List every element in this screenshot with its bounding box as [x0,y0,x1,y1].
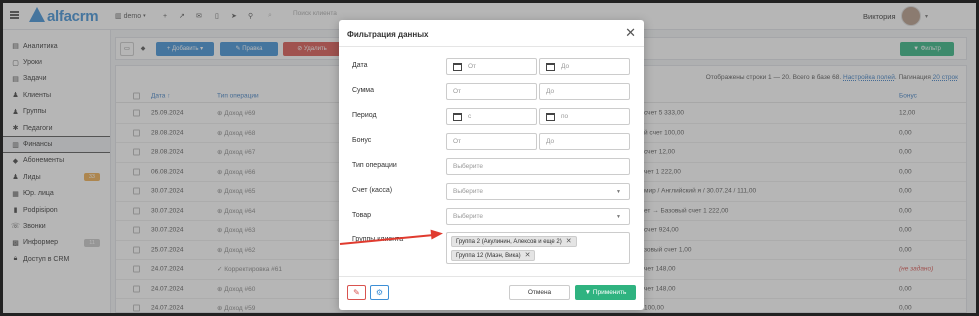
remove-tag-icon[interactable]: ✕ [566,237,572,247]
eraser-icon: ✎ [353,288,360,297]
sum-from-input[interactable]: От [446,83,537,100]
filter-modal: Фильтрация данных ✕ Дата От До Сумма От … [339,20,644,310]
account-placeholder: Выберите [453,188,484,195]
bonus-from-input[interactable]: От [446,133,537,150]
bonus-to-input[interactable]: До [539,133,630,150]
op-type-placeholder: Выберите [453,163,484,170]
close-icon[interactable]: ✕ [625,25,636,41]
date-label: Дата [352,62,368,69]
group-tag: Группа 2 (Акулинин, Алексов и еще 2) ✕ [451,236,577,247]
account-select[interactable]: Выберите ▼ [446,183,630,200]
divider [339,276,644,277]
bonus-from-placeholder: От [453,138,462,145]
calendar-icon [546,62,555,71]
period-from-input[interactable]: с [446,108,537,125]
cancel-button[interactable]: Отмена [509,285,570,300]
calendar-icon [453,112,462,121]
account-label: Счет (касса) [352,187,393,194]
annotation-arrow-head [430,228,444,240]
product-label: Товар [352,212,372,219]
bonus-to-placeholder: До [546,138,555,145]
divider [339,46,644,47]
apply-button[interactable]: ▼ Применить [575,285,636,300]
group-tag-label: Группа 12 (Маэн, Вика) [456,252,521,259]
sum-to-placeholder: До [546,88,555,95]
sum-to-input[interactable]: До [539,83,630,100]
groups-multiselect[interactable]: Группа 2 (Акулинин, Алексов и еще 2) ✕ Г… [446,232,630,264]
chevron-down-icon: ▼ [616,214,621,220]
op-type-label: Тип операции [352,162,397,169]
chevron-down-icon: ▼ [616,189,621,195]
calendar-icon [546,112,555,121]
date-to-placeholder: До [561,63,570,70]
modal-title: Фильтрация данных [347,30,429,39]
date-to-input[interactable]: До [539,58,630,75]
product-placeholder: Выберите [453,213,484,220]
sum-from-placeholder: От [453,88,462,95]
reset-button[interactable]: ✎ [347,285,366,300]
sum-label: Сумма [352,87,374,94]
period-from-placeholder: с [468,113,472,120]
group-tag-label: Группа 2 (Акулинин, Алексов и еще 2) [456,238,562,245]
op-type-select[interactable]: Выберите [446,158,630,175]
bonus-label: Бонус [352,137,372,144]
period-to-placeholder: по [561,113,569,120]
app-window: alfacrm ▥ demo ▾ + ↗ ✉ ▯ ➤ ⚲ ⌕ Поиск кли… [3,3,976,313]
period-to-input[interactable]: по [539,108,630,125]
date-from-input[interactable]: От [446,58,537,75]
date-from-placeholder: От [468,63,477,70]
remove-tag-icon[interactable]: ✕ [525,251,531,261]
product-select[interactable]: Выберите ▼ [446,208,630,225]
gear-icon: ⚙ [375,288,384,297]
calendar-icon [453,62,462,71]
settings-button[interactable]: ⚙ [370,285,389,300]
group-tag: Группа 12 (Маэн, Вика) ✕ [451,250,536,261]
period-label: Период [352,112,377,119]
